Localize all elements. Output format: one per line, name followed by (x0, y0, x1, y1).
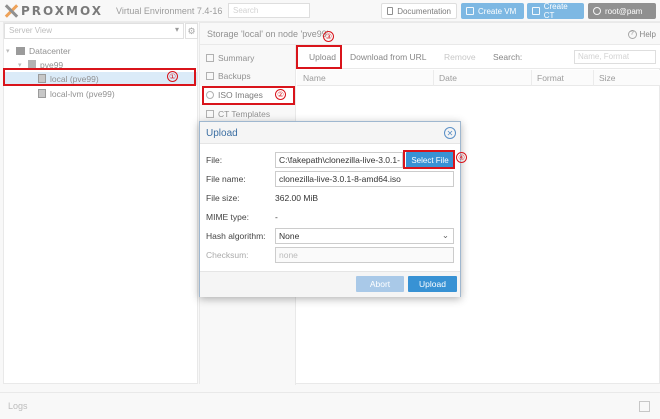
hash-row: Hash algorithm: None ⌄ (206, 228, 454, 244)
annotation-box-select-file (403, 150, 455, 169)
annotation-step-3: ③ (323, 31, 334, 42)
annotation-step-2: ② (275, 89, 286, 100)
chevron-down-icon: ⌄ (441, 230, 449, 240)
filename-label: File name: (206, 174, 246, 184)
checksum-row: Checksum: none (206, 247, 454, 263)
mime-row: MIME type: - (206, 209, 454, 225)
file-label: File: (206, 155, 223, 165)
mime-value: - (275, 212, 278, 222)
checksum-label: Checksum: (206, 250, 249, 260)
annotation-step-4: ④ (456, 152, 467, 163)
filename-field[interactable]: clonezilla-live-3.0.1-8-amd64.iso (275, 171, 454, 187)
upload-confirm-button[interactable]: Upload (408, 276, 457, 292)
checksum-field[interactable]: none (275, 247, 454, 263)
mime-label: MIME type: (206, 212, 249, 222)
filesize-value: 362.00 MiB (275, 193, 318, 203)
dialog-title: Upload (206, 128, 238, 139)
dialog-footer: Abort Upload (200, 271, 460, 297)
filesize-row: File size: 362.00 MiB (206, 190, 454, 206)
upload-dialog: Upload ✕ File: C:\fakepath\clonezilla-li… (199, 121, 461, 297)
filename-row: File name: clonezilla-live-3.0.1-8-amd64… (206, 171, 454, 187)
annotation-box-upload (296, 45, 342, 69)
filesize-label: File size: (206, 193, 240, 203)
close-icon[interactable]: ✕ (444, 127, 456, 139)
annotation-step-1: ① (167, 71, 178, 82)
abort-button[interactable]: Abort (356, 276, 404, 292)
dialog-header: Upload ✕ (200, 122, 460, 144)
file-path-field[interactable]: C:\fakepath\clonezilla-live-3.0.1- (275, 152, 403, 168)
hash-algorithm-select[interactable]: None ⌄ (275, 228, 454, 244)
hash-label: Hash algorithm: (206, 231, 266, 241)
